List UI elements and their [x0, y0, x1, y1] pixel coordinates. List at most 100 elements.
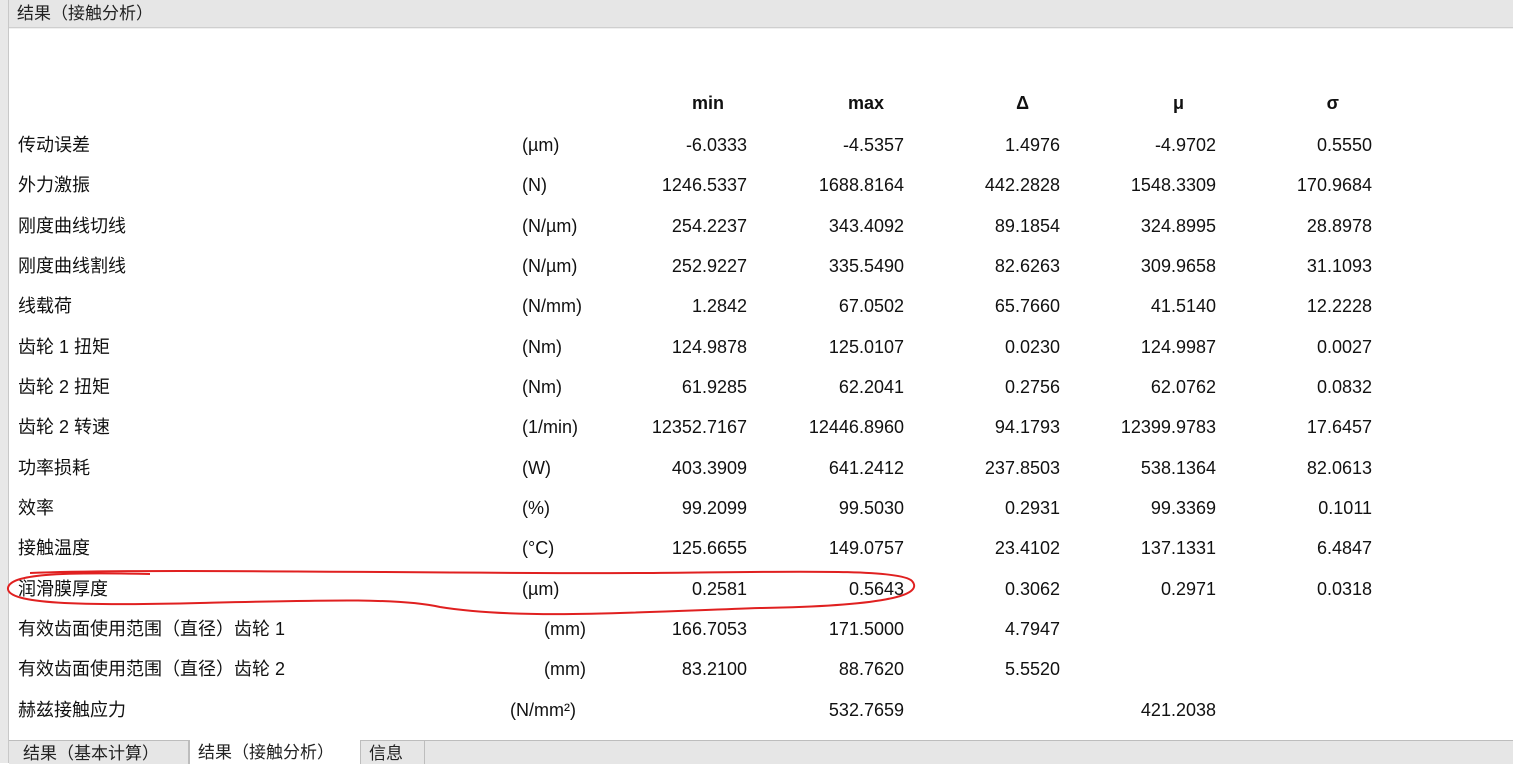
- row-mu: 12399.9783: [1120, 417, 1216, 437]
- row-unit: (N/µm): [522, 216, 578, 236]
- table-row: 赫兹接触应力 (N/mm²) 532.7659 421.2038: [9, 695, 1409, 735]
- row-delta: 0.2931: [1004, 498, 1060, 518]
- table-row: 有效齿面使用范围（直径）齿轮 2 (mm) 83.2100 88.7620 5.…: [9, 654, 1409, 694]
- table-row: 刚度曲线割线 (N/µm) 252.9227 335.5490 82.6263 …: [9, 251, 1409, 291]
- row-delta: 0.3062: [1004, 579, 1060, 599]
- row-name: 接触温度: [18, 538, 90, 558]
- table-row: 线载荷 (N/mm) 1.2842 67.0502 65.7660 41.514…: [9, 291, 1409, 331]
- row-mu: 137.1331: [1140, 538, 1216, 558]
- row-unit: (%): [522, 498, 550, 518]
- row-min: 1246.5337: [661, 175, 747, 195]
- row-delta: 442.2828: [984, 175, 1060, 195]
- row-max: 12446.8960: [808, 417, 904, 437]
- row-sigma: 0.5550: [1316, 135, 1372, 155]
- row-min: 83.2100: [681, 659, 747, 679]
- row-name: 线载荷: [18, 296, 72, 316]
- row-unit: (N): [522, 175, 547, 195]
- row-max: 125.0107: [828, 337, 904, 357]
- header-max: max: [847, 93, 884, 113]
- left-panel-border[interactable]: [0, 0, 9, 763]
- table-row: 接触温度 (°C) 125.6655 149.0757 23.4102 137.…: [9, 533, 1409, 573]
- row-unit: (mm): [544, 619, 586, 639]
- row-max: 0.5643: [848, 579, 904, 599]
- table-row: 效率 (%) 99.2099 99.5030 0.2931 99.3369 0.…: [9, 493, 1409, 533]
- row-sigma: 17.6457: [1306, 417, 1372, 437]
- row-name: 赫兹接触应力: [18, 700, 126, 720]
- row-name: 有效齿面使用范围（直径）齿轮 2: [18, 659, 286, 679]
- row-unit: (N/mm): [522, 296, 582, 316]
- row-name: 外力激振: [18, 175, 90, 195]
- row-mu: -4.9702: [1154, 135, 1216, 155]
- row-min: 12352.7167: [651, 417, 747, 437]
- row-delta: 5.5520: [1004, 659, 1060, 679]
- row-name: 润滑膜厚度: [18, 579, 108, 599]
- row-sigma: 6.4847: [1316, 538, 1372, 558]
- table-row: 外力激振 (N) 1246.5337 1688.8164 442.2828 15…: [9, 170, 1409, 210]
- row-delta: 82.6263: [994, 256, 1060, 276]
- row-max: 149.0757: [828, 538, 904, 558]
- results-window: 结果（接触分析） min max Δ μ σ 传动误差 (µm) -6.0333…: [0, 0, 1513, 764]
- row-delta: 89.1854: [994, 216, 1060, 236]
- row-sigma: 170.9684: [1296, 175, 1372, 195]
- row-name: 功率损耗: [18, 458, 90, 478]
- row-mu: 309.9658: [1140, 256, 1216, 276]
- row-mu: 0.2971: [1160, 579, 1216, 599]
- row-mu: 324.8995: [1140, 216, 1216, 236]
- row-min: 252.9227: [671, 256, 747, 276]
- row-max: -4.5357: [842, 135, 904, 155]
- row-sigma: 31.1093: [1306, 256, 1372, 276]
- row-sigma: 28.8978: [1306, 216, 1372, 236]
- header-delta: Δ: [1016, 93, 1029, 113]
- row-max: 88.7620: [838, 659, 904, 679]
- row-unit: (Nm): [522, 377, 562, 397]
- row-max: 335.5490: [828, 256, 904, 276]
- row-min: 1.2842: [691, 296, 747, 316]
- row-name: 齿轮 2 扭矩: [18, 377, 111, 397]
- row-name: 效率: [18, 498, 54, 518]
- row-unit: (µm): [522, 135, 560, 155]
- bottom-tab-bar: 结果（基本计算） 结果（接触分析） 信息: [9, 740, 1513, 764]
- row-max: 1688.8164: [818, 175, 904, 195]
- row-name: 传动误差: [18, 135, 90, 155]
- row-name: 齿轮 1 扭矩: [18, 337, 111, 357]
- table-row: 齿轮 1 扭矩 (Nm) 124.9878 125.0107 0.0230 12…: [9, 332, 1409, 372]
- row-unit: (°C): [522, 538, 555, 558]
- row-min: 99.2099: [681, 498, 747, 518]
- row-delta: 94.1793: [994, 417, 1060, 437]
- row-min: 254.2237: [671, 216, 747, 236]
- tab-results-basic[interactable]: 结果（基本计算）: [15, 741, 189, 764]
- row-name: 刚度曲线切线: [18, 216, 126, 236]
- tab-info[interactable]: 信息: [361, 741, 425, 764]
- row-unit: (µm): [522, 579, 560, 599]
- row-max: 99.5030: [838, 498, 904, 518]
- table-row: 齿轮 2 扭矩 (Nm) 61.9285 62.2041 0.2756 62.0…: [9, 372, 1409, 412]
- row-delta: 0.2756: [1004, 377, 1060, 397]
- row-max: 343.4092: [828, 216, 904, 236]
- row-unit: (Nm): [522, 337, 562, 357]
- row-mu: 62.0762: [1150, 377, 1216, 397]
- row-mu: 41.5140: [1150, 296, 1216, 316]
- row-mu: 1548.3309: [1130, 175, 1216, 195]
- row-min: 124.9878: [671, 337, 747, 357]
- row-unit: (N/µm): [522, 256, 578, 276]
- row-max: 171.5000: [828, 619, 904, 639]
- row-mu: 421.2038: [1140, 700, 1216, 720]
- row-mu: 538.1364: [1140, 458, 1216, 478]
- panel-title: 结果（接触分析）: [9, 0, 1513, 28]
- tab-results-contact[interactable]: 结果（接触分析）: [189, 740, 361, 764]
- row-unit: (mm): [544, 659, 586, 679]
- row-sigma: 12.2228: [1306, 296, 1372, 316]
- row-sigma: 0.0027: [1316, 337, 1372, 357]
- row-min: 403.3909: [671, 458, 747, 478]
- table-row-highlighted: 润滑膜厚度 (µm) 0.2581 0.5643 0.3062 0.2971 0…: [9, 574, 1409, 614]
- row-sigma: 82.0613: [1306, 458, 1372, 478]
- table-row: 刚度曲线切线 (N/µm) 254.2237 343.4092 89.1854 …: [9, 211, 1409, 251]
- row-mu: 99.3369: [1150, 498, 1216, 518]
- row-unit: (W): [522, 458, 551, 478]
- row-delta: 4.7947: [1004, 619, 1060, 639]
- table-row: 有效齿面使用范围（直径）齿轮 1 (mm) 166.7053 171.5000 …: [9, 614, 1409, 654]
- row-delta: 1.4976: [1004, 135, 1060, 155]
- row-name: 有效齿面使用范围（直径）齿轮 1: [18, 619, 286, 639]
- row-min: 0.2581: [691, 579, 747, 599]
- table-row: 齿轮 2 转速 (1/min) 12352.7167 12446.8960 94…: [9, 412, 1409, 452]
